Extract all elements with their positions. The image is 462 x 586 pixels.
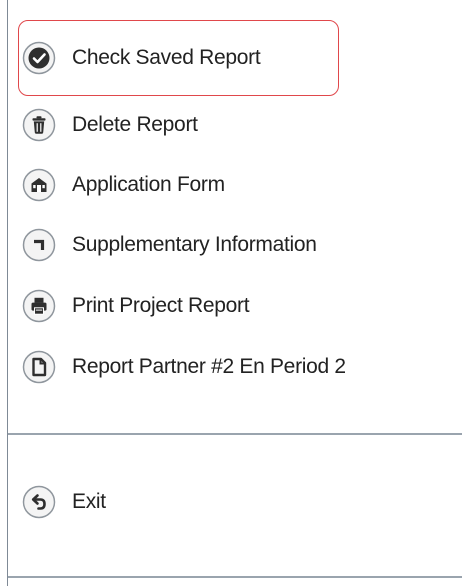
menu-item-label: Application Form	[72, 173, 225, 196]
context-menu: Check Saved Report Delete Report Applica…	[0, 0, 462, 586]
menu-item-label: Print Project Report	[72, 294, 250, 317]
menu-item-application-form[interactable]: Application Form	[18, 164, 225, 206]
menu-item-label: Exit	[72, 490, 106, 513]
corner-arrow-icon	[22, 228, 56, 262]
menu-item-supplementary-information[interactable]: Supplementary Information	[18, 224, 317, 266]
menu-item-delete-report[interactable]: Delete Report	[18, 104, 198, 146]
menu-item-check-saved-report[interactable]: Check Saved Report	[18, 37, 261, 79]
document-icon	[22, 350, 56, 384]
menu-item-label: Supplementary Information	[72, 233, 317, 256]
menu-item-label: Check Saved Report	[72, 46, 261, 69]
menu-item-exit[interactable]: Exit	[18, 481, 106, 523]
printer-icon	[22, 289, 56, 323]
menu-separator	[8, 576, 462, 578]
menu-item-report-partner[interactable]: Report Partner #2 En Period 2	[18, 346, 346, 388]
menu-item-print-project-report[interactable]: Print Project Report	[18, 285, 250, 327]
menu-separator	[8, 433, 462, 435]
building-icon	[22, 168, 56, 202]
trash-icon	[22, 108, 56, 142]
menu-item-label: Delete Report	[72, 113, 198, 136]
menu-item-label: Report Partner #2 En Period 2	[72, 355, 346, 378]
exit-arrow-icon	[22, 485, 56, 519]
check-icon	[22, 41, 56, 75]
